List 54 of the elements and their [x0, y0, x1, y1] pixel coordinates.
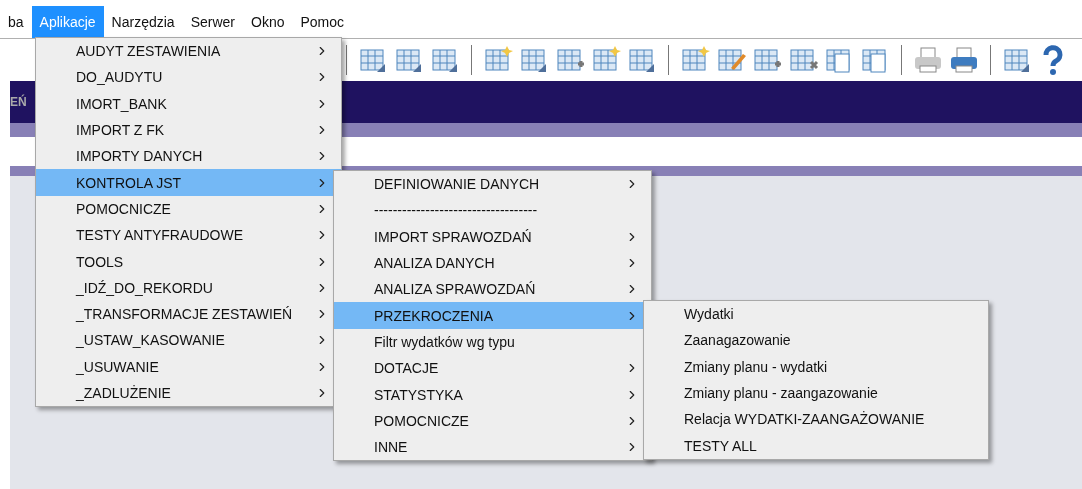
menu-item-label: AUDYT ZESTAWIENIA — [76, 43, 222, 60]
menu-bar-item[interactable]: ba — [0, 6, 32, 38]
menu-item-label: Zmiany planu - wydatki — [684, 358, 829, 375]
menu-item[interactable]: ANALIZA DANYCH — [334, 249, 651, 277]
menu-item-label: IMPORT Z FK — [76, 122, 166, 139]
menu-bar-item[interactable]: Okno — [243, 6, 293, 38]
menu-bar-item[interactable]: Serwer — [182, 6, 243, 38]
print-preview-icon[interactable] — [912, 44, 944, 76]
menu-item[interactable]: IMPORT Z FK — [36, 116, 341, 144]
menu-item[interactable]: Zmiany planu - wydatki — [644, 353, 988, 380]
menu-item-label: POMOCNICZE — [76, 200, 172, 217]
menu-item-label: PRZEKROCZENIA — [374, 307, 494, 324]
menu-item-label: DEFINIOWANIE DANYCH — [374, 176, 541, 193]
menu-item[interactable]: IMPORTY DANYCH — [36, 143, 341, 170]
menu-item-label: INNE — [374, 439, 409, 456]
menu-item-label: STATYSTYKA — [374, 386, 464, 403]
menu-item-label: IMPORTY DANYCH — [76, 148, 204, 165]
menu-item[interactable]: IMPORT SPRAWOZDAŃ — [334, 223, 651, 250]
menu-item-label: _TRANSFORMACJE ZESTAWIEŃ — [76, 306, 294, 323]
menu-item[interactable]: Relacja WYDATKI-ZAANGAŻOWANIE — [644, 406, 988, 433]
menu-item-label: ANALIZA SPRAWOZDAŃ — [374, 281, 537, 298]
menu-item[interactable]: Zaanagazowanie — [644, 327, 988, 354]
menu-bar-item[interactable]: Narzędzia — [103, 6, 183, 38]
menu-item-label: Filtr wydatków wg typu — [374, 333, 516, 350]
menu-item-label: POMOCNICZE — [374, 412, 470, 429]
menu-item[interactable]: TESTY ALL — [644, 432, 988, 459]
menu-item-label: TOOLS — [76, 253, 125, 270]
menu-item-label: DOTACJE — [374, 360, 440, 377]
menu-item-label: Wydatki — [684, 306, 735, 323]
menu-item-label: Relacja WYDATKI-ZAANGAŻOWANIE — [684, 411, 926, 428]
menu-item-label: _USUWANIE — [76, 358, 160, 375]
menu-item-label: Zaanagazowanie — [684, 332, 792, 349]
menu-item-label: _IDŹ_DO_REKORDU — [76, 279, 214, 296]
menu-item-label: _USTAW_KASOWANIE — [76, 332, 226, 349]
menu-item-label: _ZADLUŻENIE — [76, 385, 172, 401]
header-text: EŃ — [10, 95, 27, 109]
menu-item[interactable]: AUDYT ZESTAWIENIA — [36, 38, 341, 65]
menu-item-label: ANALIZA DANYCH — [374, 255, 496, 272]
printer-icon[interactable] — [948, 44, 980, 76]
menu-bar-item[interactable]: Pomoc — [292, 6, 353, 38]
menu-item-label: TESTY ANTYFRAUDOWE — [76, 227, 244, 244]
menu-item[interactable]: ANALIZA SPRAWOZDAŃ — [334, 276, 651, 303]
menu-item[interactable]: ----------------------------------- — [334, 197, 651, 224]
menu-item-label: IMPORT SPRAWOZDAŃ — [374, 228, 533, 245]
menu-item-label: ----------------------------------- — [374, 202, 539, 219]
menu-item-label: DO_AUDYTU — [76, 69, 164, 86]
menu-item-label: KONTROLA JST — [76, 174, 183, 191]
menu-item[interactable]: DO_AUDYTU — [36, 64, 341, 91]
menu-item[interactable]: Zmiany planu - zaangazowanie — [644, 379, 988, 407]
menu-item-label: TESTY ALL — [684, 437, 758, 454]
menu-item[interactable]: IMORT_BANK — [36, 90, 341, 117]
menu-item[interactable]: KONTROLA JST — [36, 169, 341, 196]
menu-item-label: IMORT_BANK — [76, 95, 168, 112]
menu-item-label: Zmiany planu - zaangazowanie — [684, 385, 879, 402]
